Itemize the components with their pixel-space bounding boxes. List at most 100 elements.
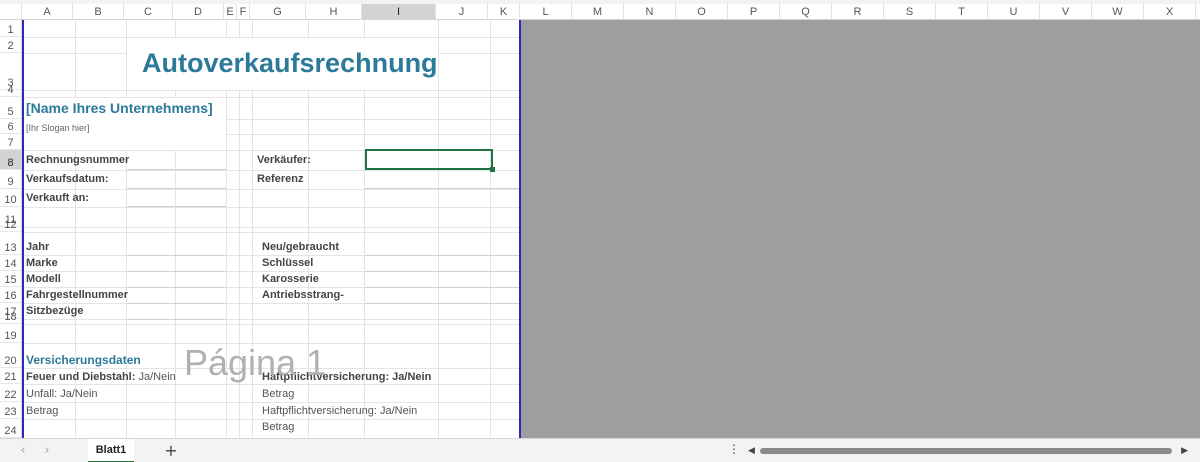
- reference-line: [365, 188, 519, 189]
- row-header-16[interactable]: 16: [0, 287, 21, 303]
- field-line: [365, 255, 519, 256]
- sold-to-line: [127, 206, 226, 207]
- column-header-h[interactable]: H: [306, 4, 362, 20]
- scroll-right-icon[interactable]: ▶: [1181, 444, 1188, 458]
- gridline: [490, 20, 491, 438]
- year-label: Jahr: [26, 241, 50, 253]
- gridline: [24, 207, 519, 208]
- fire-theft-row: Feuer und Diebstahl: Ja/Nein: [26, 371, 176, 383]
- row-header-22[interactable]: 22: [0, 384, 21, 402]
- more-options-icon[interactable]: ⋮: [728, 442, 740, 456]
- liability-amount-2: Betrag: [262, 421, 295, 433]
- gridline: [24, 189, 519, 190]
- sheet-page-area[interactable]: Autoverkaufsrechnung [Name Ihres Unterne…: [22, 20, 521, 438]
- column-header-r[interactable]: R: [832, 4, 884, 20]
- body-label: Karosserie: [262, 273, 319, 285]
- invoice-number-label: Rechnungsnummer: [26, 154, 130, 166]
- seat-covers-label: Sitzbezüge: [26, 305, 84, 317]
- field-line: [365, 303, 519, 304]
- model-label: Modell: [26, 273, 61, 285]
- column-header-k[interactable]: K: [488, 4, 520, 20]
- column-header-l[interactable]: L: [520, 4, 572, 20]
- fire-theft-value: Ja/Nein: [138, 371, 176, 383]
- column-header-n[interactable]: N: [624, 4, 676, 20]
- column-header-q[interactable]: Q: [780, 4, 832, 20]
- seller-label: Verkäufer:: [257, 154, 311, 166]
- row-header-15[interactable]: 15: [0, 271, 21, 287]
- column-header-p[interactable]: P: [728, 4, 780, 20]
- column-header-u[interactable]: U: [988, 4, 1040, 20]
- column-header-b[interactable]: B: [73, 4, 124, 20]
- scrollbar-thumb[interactable]: [760, 448, 1172, 454]
- next-sheet-icon[interactable]: ›: [40, 443, 54, 459]
- row-header-24[interactable]: 24: [0, 419, 21, 438]
- selected-cell-I8[interactable]: [365, 149, 495, 172]
- row-header-10[interactable]: 10: [0, 189, 21, 207]
- keys-label: Schlüssel: [262, 257, 314, 269]
- row-header-13[interactable]: 13: [0, 232, 21, 255]
- row-header-8[interactable]: 8: [0, 150, 21, 170]
- column-header-c[interactable]: C: [124, 4, 173, 20]
- reference-label: Referenz: [257, 173, 304, 185]
- sold-to-label: Verkauft an:: [26, 192, 89, 204]
- column-header-x[interactable]: X: [1144, 4, 1196, 20]
- row-header-4[interactable]: 4: [0, 84, 21, 97]
- prev-sheet-icon[interactable]: ‹: [16, 443, 30, 459]
- row-header-14[interactable]: 14: [0, 255, 21, 271]
- row-header-9[interactable]: 9: [0, 170, 21, 189]
- insurance-header: Versicherungsdaten: [26, 353, 141, 367]
- column-header-j[interactable]: J: [436, 4, 488, 20]
- scroll-left-icon[interactable]: ◀: [748, 444, 755, 458]
- field-line: [365, 271, 519, 272]
- column-header-o[interactable]: O: [676, 4, 728, 20]
- row-header-6[interactable]: 6: [0, 119, 21, 134]
- column-header-w[interactable]: W: [1092, 4, 1144, 20]
- gridline: [24, 419, 519, 420]
- column-header-s[interactable]: S: [884, 4, 936, 20]
- column-header-f[interactable]: F: [237, 4, 250, 20]
- field-line: [127, 319, 226, 320]
- row-header-5[interactable]: 5: [0, 97, 21, 119]
- invoice-title: Autoverkaufsrechnung: [142, 48, 438, 78]
- column-header-e[interactable]: E: [224, 4, 237, 20]
- gridline: [438, 20, 439, 438]
- column-header-m[interactable]: M: [572, 4, 624, 20]
- gridline: [24, 324, 519, 325]
- add-sheet-button[interactable]: +: [163, 441, 179, 461]
- column-header-v[interactable]: V: [1040, 4, 1092, 20]
- row-header-bar: 1 2 3 4 5 6 7 8 9 10 11 12 13 14 15 16 17 18 19 20 21 22 23 24: [0, 20, 22, 438]
- gridline: [24, 170, 519, 171]
- invoice-number-line: [127, 169, 226, 170]
- fire-theft-label: Feuer und Diebstahl:: [26, 371, 136, 383]
- out-of-print-area[interactable]: [521, 20, 1200, 438]
- column-header-a[interactable]: A: [22, 4, 73, 20]
- horizontal-scrollbar[interactable]: ◀ ▶: [748, 444, 1188, 458]
- drivetrain-label: Antriebsstrang-: [262, 289, 344, 301]
- row-header-1[interactable]: 1: [0, 20, 21, 37]
- row-header-23[interactable]: 23: [0, 402, 21, 419]
- row-header-7[interactable]: 7: [0, 134, 21, 150]
- company-name: [Name Ihres Unternehmens]: [26, 100, 213, 116]
- amount-left-label: Betrag: [26, 405, 59, 417]
- liability-amount: Betrag: [262, 388, 295, 400]
- sheet-tab-blatt1[interactable]: Blatt1: [88, 439, 134, 462]
- row-header-20[interactable]: 20: [0, 343, 21, 368]
- row-header-2[interactable]: 2: [0, 37, 21, 53]
- liability-label-2: Haftpflichtversicherung: Ja/Nein: [262, 405, 418, 417]
- row-header-21[interactable]: 21: [0, 368, 21, 384]
- gridline: [24, 319, 519, 320]
- column-header-bar: ABCDEFGHIJKLMNOPQRSTUVWX: [0, 4, 1200, 20]
- column-header-i[interactable]: I: [362, 4, 436, 20]
- field-line: [127, 287, 226, 288]
- column-header-d[interactable]: D: [173, 4, 224, 20]
- column-header-t[interactable]: T: [936, 4, 988, 20]
- select-all-corner[interactable]: [0, 4, 22, 20]
- brand-label: Marke: [26, 257, 58, 269]
- page-watermark: Página 1: [184, 342, 327, 383]
- accident-label: Unfall: Ja/Nein: [26, 388, 98, 400]
- sheet-tab-bar: ‹ › Blatt1 + ⋮ ◀ ▶: [0, 438, 1200, 462]
- column-header-g[interactable]: G: [250, 4, 306, 20]
- vin-label: Fahrgestellnummer: [26, 289, 129, 301]
- gridline: [24, 232, 519, 233]
- row-header-19[interactable]: 19: [0, 324, 21, 343]
